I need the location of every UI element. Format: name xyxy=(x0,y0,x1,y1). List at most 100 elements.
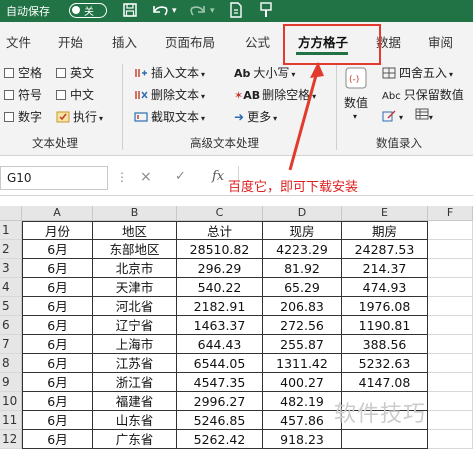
undo-icon[interactable] xyxy=(150,2,170,23)
undo-dropdown-icon[interactable]: ▾ xyxy=(172,2,177,20)
row-header[interactable]: 9 xyxy=(0,373,22,392)
cell-b3[interactable]: 北京市 xyxy=(93,259,177,278)
cell-a7[interactable]: 6月 xyxy=(22,335,93,354)
cell-b5[interactable]: 河北省 xyxy=(93,297,177,316)
check-space[interactable]: 空格 xyxy=(4,64,42,81)
cell-c6[interactable]: 1463.37 xyxy=(177,316,263,335)
row-header[interactable]: 8 xyxy=(0,354,22,373)
cell-e2[interactable]: 24287.53 xyxy=(342,240,428,259)
cell-d12[interactable]: 918.23 xyxy=(263,430,342,449)
cell-d4[interactable]: 65.29 xyxy=(263,278,342,297)
cell-f11[interactable] xyxy=(428,411,473,430)
tab-insert[interactable]: 插入 xyxy=(112,32,137,51)
row-header[interactable]: 5 xyxy=(0,297,22,316)
cell-c10[interactable]: 2996.27 xyxy=(177,392,263,411)
cell-d11[interactable]: 457.86 xyxy=(263,411,342,430)
cell-f1[interactable] xyxy=(428,221,473,240)
delete-text-button[interactable]: 删除文本 ▾ xyxy=(134,86,205,103)
confirm-icon[interactable]: ✓ xyxy=(175,169,186,184)
cell-b1[interactable]: 地区 xyxy=(93,221,177,240)
cell-c11[interactable]: 5246.85 xyxy=(177,411,263,430)
file-icon[interactable] xyxy=(228,2,244,23)
cell-a9[interactable]: 6月 xyxy=(22,373,93,392)
cell-e12[interactable] xyxy=(342,430,428,449)
name-box[interactable]: G10 xyxy=(0,166,108,190)
cell-d6[interactable]: 272.56 xyxy=(263,316,342,335)
extract-text-button[interactable]: 截取文本 ▾ xyxy=(134,108,205,125)
cell-f2[interactable] xyxy=(428,240,473,259)
row-header[interactable]: 2 xyxy=(0,240,22,259)
cell-a2[interactable]: 6月 xyxy=(22,240,93,259)
check-symbol[interactable]: 符号 xyxy=(4,86,42,103)
check-english[interactable]: 英文 xyxy=(56,64,94,81)
cell-f3[interactable] xyxy=(428,259,473,278)
cell-a3[interactable]: 6月 xyxy=(22,259,93,278)
cell-e5[interactable]: 1976.08 xyxy=(342,297,428,316)
cell-e7[interactable]: 388.56 xyxy=(342,335,428,354)
cell-a8[interactable]: 6月 xyxy=(22,354,93,373)
cell-d5[interactable]: 206.83 xyxy=(263,297,342,316)
cell-c7[interactable]: 644.43 xyxy=(177,335,263,354)
cell-f7[interactable] xyxy=(428,335,473,354)
redo-dropdown-icon[interactable]: ▾ xyxy=(210,2,215,20)
cell-b8[interactable]: 江苏省 xyxy=(93,354,177,373)
number-format-button[interactable]: ▾ ▾ xyxy=(382,108,433,123)
value-icon[interactable]: (-) xyxy=(344,66,368,92)
cell-a10[interactable]: 6月 xyxy=(22,392,93,411)
cell-d1[interactable]: 现房 xyxy=(263,221,342,240)
cell-f9[interactable] xyxy=(428,373,473,392)
column-header-c[interactable]: C xyxy=(177,206,263,221)
check-chinese[interactable]: 中文 xyxy=(56,86,94,103)
cell-a6[interactable]: 6月 xyxy=(22,316,93,335)
cell-f10[interactable] xyxy=(428,392,473,411)
cell-c5[interactable]: 2182.91 xyxy=(177,297,263,316)
cell-f5[interactable] xyxy=(428,297,473,316)
cell-f6[interactable] xyxy=(428,316,473,335)
row-header[interactable]: 6 xyxy=(0,316,22,335)
cell-b10[interactable]: 福建省 xyxy=(93,392,177,411)
cell-e6[interactable]: 1190.81 xyxy=(342,316,428,335)
cell-d8[interactable]: 1311.42 xyxy=(263,354,342,373)
tab-page-layout[interactable]: 页面布局 xyxy=(165,32,215,51)
tab-file[interactable]: 文件 xyxy=(6,32,31,51)
tab-home[interactable]: 开始 xyxy=(58,32,83,51)
row-header[interactable]: 3 xyxy=(0,259,22,278)
cancel-icon[interactable]: × xyxy=(140,169,152,185)
fx-icon[interactable]: fx xyxy=(212,169,224,184)
cell-b11[interactable]: 山东省 xyxy=(93,411,177,430)
cell-e9[interactable]: 4147.08 xyxy=(342,373,428,392)
cell-f8[interactable] xyxy=(428,354,473,373)
more-button[interactable]: ➜ 更多 ▾ xyxy=(234,108,277,125)
cell-a1[interactable]: 月份 xyxy=(22,221,93,240)
cell-d7[interactable]: 255.87 xyxy=(263,335,342,354)
cell-f4[interactable] xyxy=(428,278,473,297)
column-header-b[interactable]: B xyxy=(93,206,177,221)
column-header-e[interactable]: E xyxy=(342,206,428,221)
cell-e8[interactable]: 5232.63 xyxy=(342,354,428,373)
cell-e3[interactable]: 214.37 xyxy=(342,259,428,278)
column-header-d[interactable]: D xyxy=(263,206,342,221)
row-header[interactable]: 7 xyxy=(0,335,22,354)
cell-a12[interactable]: 6月 xyxy=(22,430,93,449)
tab-review[interactable]: 审阅 xyxy=(428,32,453,51)
row-header[interactable]: 1 xyxy=(0,221,22,240)
row-header[interactable]: 12 xyxy=(0,430,22,449)
brush-icon[interactable] xyxy=(258,2,274,23)
cell-c12[interactable]: 5262.42 xyxy=(177,430,263,449)
cell-b6[interactable]: 辽宁省 xyxy=(93,316,177,335)
cell-a4[interactable]: 6月 xyxy=(22,278,93,297)
execute-button[interactable]: 执行 ▾ xyxy=(56,108,103,125)
column-header-f[interactable]: F xyxy=(428,206,473,221)
tab-formulas[interactable]: 公式 xyxy=(245,32,270,51)
cell-c8[interactable]: 6544.05 xyxy=(177,354,263,373)
insert-text-button[interactable]: 插入文本 ▾ xyxy=(134,64,205,81)
cell-d10[interactable]: 482.19 xyxy=(263,392,342,411)
round-button[interactable]: 四舍五入 ▾ xyxy=(382,64,453,81)
check-number[interactable]: 数字 xyxy=(4,108,42,125)
cell-d2[interactable]: 4223.29 xyxy=(263,240,342,259)
cell-a5[interactable]: 6月 xyxy=(22,297,93,316)
row-header[interactable]: 10 xyxy=(0,392,22,411)
cell-b9[interactable]: 浙江省 xyxy=(93,373,177,392)
cell-d3[interactable]: 81.92 xyxy=(263,259,342,278)
cell-a11[interactable]: 6月 xyxy=(22,411,93,430)
